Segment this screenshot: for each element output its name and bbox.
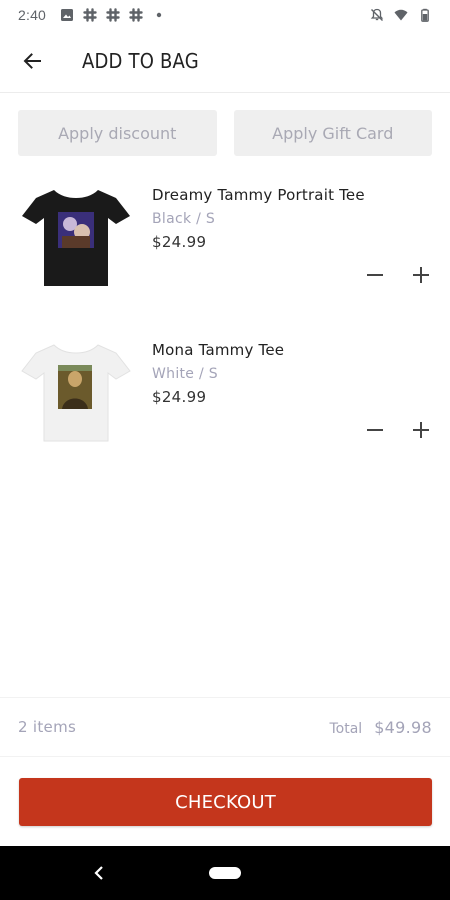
item-name: Dreamy Tammy Portrait Tee bbox=[152, 186, 365, 204]
wifi-icon bbox=[394, 9, 408, 21]
plus-icon bbox=[413, 422, 429, 438]
bag-summary: 2 items Total $49.98 bbox=[0, 697, 450, 757]
system-nav-bar bbox=[0, 846, 450, 900]
increase-quantity-button[interactable] bbox=[410, 419, 432, 441]
slack-icon bbox=[129, 8, 143, 22]
item-details: Dreamy Tammy Portrait Tee Black / S $24.… bbox=[152, 186, 365, 251]
bag-actions: Apply discount Apply Gift Card bbox=[18, 110, 432, 156]
item-variant: White / S bbox=[152, 366, 218, 382]
nav-home-button[interactable] bbox=[209, 867, 241, 879]
notification-icons bbox=[60, 8, 166, 22]
items-count: 2 items bbox=[18, 718, 77, 736]
nav-back-icon[interactable] bbox=[92, 864, 106, 882]
image-icon bbox=[61, 9, 74, 21]
apply-discount-button[interactable]: Apply discount bbox=[18, 110, 217, 156]
quantity-stepper bbox=[364, 264, 432, 286]
cart-item: Mona Tammy Tee White / S $24.99 bbox=[0, 325, 450, 480]
arrow-left-icon bbox=[23, 53, 41, 69]
decrease-quantity-button[interactable] bbox=[364, 419, 386, 441]
minus-icon bbox=[367, 429, 383, 431]
slack-icon bbox=[106, 8, 120, 22]
cart-list: Dreamy Tammy Portrait Tee Black / S $24.… bbox=[0, 170, 450, 480]
total-label: Total bbox=[329, 720, 363, 737]
decrease-quantity-button[interactable] bbox=[364, 264, 386, 286]
increase-quantity-button[interactable] bbox=[410, 264, 432, 286]
item-name: Mona Tammy Tee bbox=[152, 341, 285, 359]
apply-gift-card-button[interactable]: Apply Gift Card bbox=[233, 110, 432, 156]
item-details: Mona Tammy Tee White / S $24.99 bbox=[152, 341, 284, 406]
status-time: 2:40 bbox=[18, 7, 47, 23]
item-price: $24.99 bbox=[152, 233, 207, 251]
system-icons bbox=[370, 8, 432, 22]
product-image bbox=[22, 190, 130, 286]
page-title: ADD TO BAG bbox=[82, 49, 199, 73]
back-button[interactable] bbox=[0, 30, 64, 93]
dot-icon bbox=[156, 12, 162, 18]
checkout-button[interactable]: CHECKOUT bbox=[19, 778, 432, 826]
battery-icon bbox=[421, 8, 429, 22]
product-image bbox=[21, 344, 131, 442]
total-value: $49.98 bbox=[374, 717, 432, 737]
quantity-stepper bbox=[364, 419, 432, 441]
status-bar: 2:40 bbox=[0, 0, 450, 30]
app-bar: ADD TO BAG bbox=[0, 30, 450, 93]
item-variant: Black / S bbox=[152, 211, 216, 227]
slack-icon bbox=[83, 8, 97, 22]
plus-icon bbox=[413, 267, 429, 283]
cart-item: Dreamy Tammy Portrait Tee Black / S $24.… bbox=[0, 170, 450, 325]
mute-icon bbox=[370, 8, 384, 21]
item-price: $24.99 bbox=[152, 388, 207, 406]
minus-icon bbox=[367, 274, 383, 276]
total: Total $49.98 bbox=[330, 718, 433, 737]
